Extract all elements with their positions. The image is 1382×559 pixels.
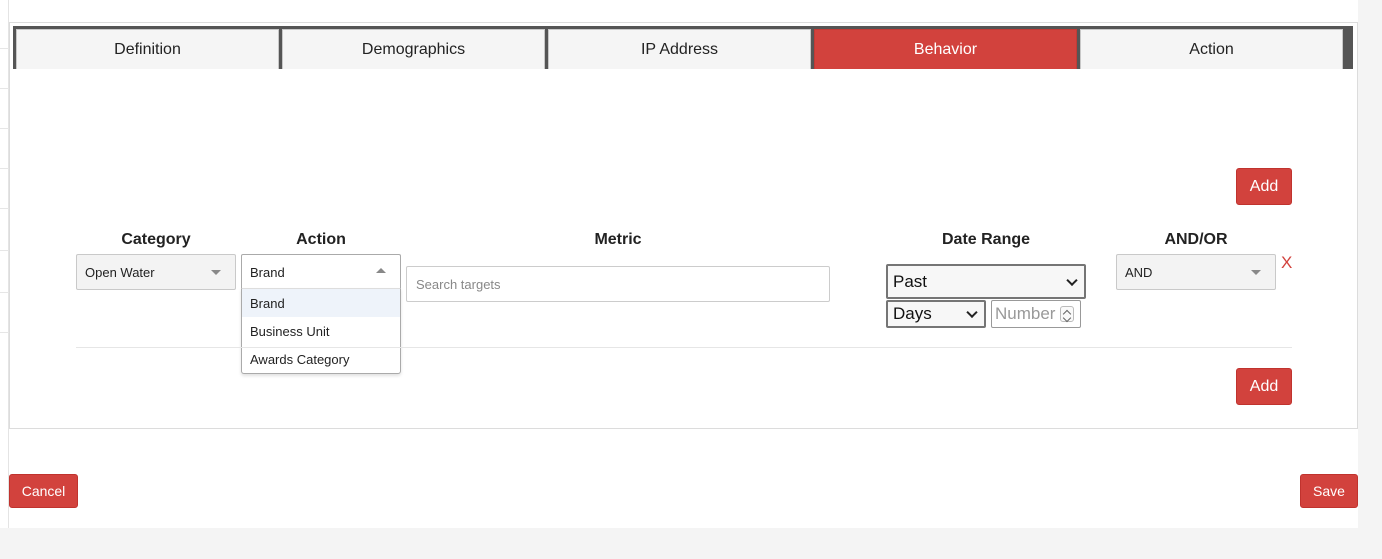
date-range-select[interactable]: Past <box>886 264 1086 299</box>
tab-definition[interactable]: Definition <box>16 29 279 69</box>
caret-down-icon <box>211 270 221 275</box>
tab-bar: Definition Demographics IP Address Behav… <box>13 26 1353 69</box>
gutter-line <box>0 128 9 129</box>
spinner-arrows-icon[interactable] <box>1060 306 1074 322</box>
category-select[interactable]: Open Water <box>76 254 236 290</box>
gutter-line <box>0 292 9 293</box>
row-divider <box>76 347 1292 348</box>
action-select-value: Brand <box>250 265 285 280</box>
cancel-button[interactable]: Cancel <box>9 474 78 508</box>
tab-behavior[interactable]: Behavior <box>814 29 1077 69</box>
category-select-value: Open Water <box>85 264 155 280</box>
tab-demographics[interactable]: Demographics <box>282 29 545 69</box>
gutter-line <box>0 88 9 89</box>
left-gutter <box>0 0 9 528</box>
action-option-brand[interactable]: Brand <box>242 289 400 317</box>
behavior-panel: Definition Demographics IP Address Behav… <box>9 22 1358 429</box>
remove-rule-button[interactable]: X <box>1281 253 1292 273</box>
caret-down-icon <box>1251 270 1261 275</box>
save-button[interactable]: Save <box>1300 474 1358 508</box>
action-select[interactable]: Brand <box>241 254 401 290</box>
chevron-down-icon <box>1066 274 1078 286</box>
date-unit-select[interactable]: Days <box>886 300 986 328</box>
top-strip <box>9 0 1358 22</box>
date-unit-value: Days <box>893 304 932 323</box>
metric-search-input[interactable] <box>406 266 830 302</box>
action-option-awards-category[interactable]: Awards Category <box>242 345 400 373</box>
gutter-line <box>0 250 9 251</box>
metric-header: Metric <box>594 231 642 248</box>
footer: Cancel Save <box>9 429 1358 528</box>
date-range-header: Date Range <box>941 231 1031 248</box>
tab-ip-address[interactable]: IP Address <box>548 29 811 69</box>
date-range-value: Past <box>893 271 928 291</box>
and-or-select[interactable]: AND <box>1116 254 1276 290</box>
tab-action[interactable]: Action <box>1080 29 1343 69</box>
gutter-line <box>0 208 9 209</box>
and-or-value: AND <box>1125 264 1153 280</box>
caret-up-icon <box>376 268 386 273</box>
number-placeholder: Number <box>995 304 1056 323</box>
category-header: Category <box>121 231 191 248</box>
action-header: Action <box>296 231 346 248</box>
add-rule-button-top[interactable]: Add <box>1236 168 1292 205</box>
gutter-line <box>0 168 9 169</box>
gutter-line <box>0 48 9 49</box>
and-or-header: AND/OR <box>1164 231 1228 248</box>
chevron-down-icon <box>966 306 978 319</box>
add-rule-button-bottom[interactable]: Add <box>1236 368 1292 405</box>
gutter-line <box>0 332 9 333</box>
page: Definition Demographics IP Address Behav… <box>0 0 1382 559</box>
number-input[interactable]: Number <box>991 300 1081 328</box>
action-option-business-unit[interactable]: Business Unit <box>242 317 400 345</box>
action-dropdown: Brand Business Unit Awards Category <box>241 288 401 374</box>
